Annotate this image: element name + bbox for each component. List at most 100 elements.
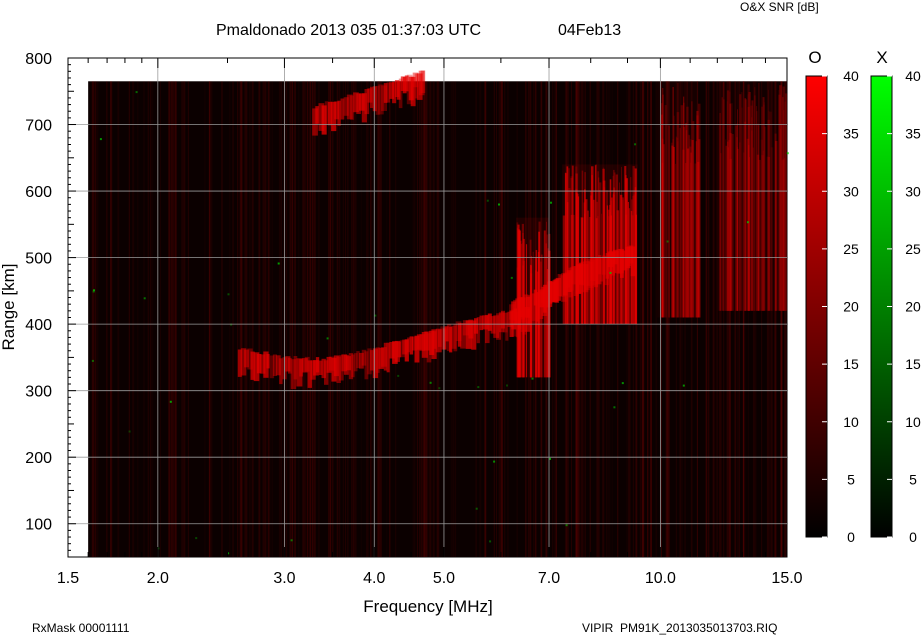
noise-streak [237, 81, 239, 557]
noise-streak [424, 81, 427, 557]
x-mode-speck [169, 400, 172, 403]
noise-streak [554, 81, 557, 557]
colorbar-tick-label: 10 [843, 414, 859, 430]
noise-streak [147, 81, 148, 557]
colorbar-tick-label: 25 [843, 241, 859, 257]
trace-point [266, 354, 270, 369]
rxmask-label: RxMask 00001111 [32, 621, 130, 635]
echo-streak [680, 105, 684, 318]
noise-streak [265, 81, 267, 557]
noise-streak [270, 81, 272, 557]
echo-streak [718, 124, 721, 311]
y-tick-label: 700 [25, 118, 52, 135]
echo-streak [782, 97, 784, 311]
plot-area: 1.5 2.0 3.0 4.0 5.0 7.0 10.0 15.0 100 200 300 400 5… [25, 51, 802, 587]
noise-streak [351, 81, 353, 557]
x-mode-speck [475, 507, 478, 510]
colorbar-tick-label: 35 [905, 126, 921, 142]
y-tick-label: 200 [25, 450, 52, 467]
noise-streak [312, 81, 313, 557]
noise-streak [94, 81, 97, 557]
noise-streak [414, 81, 416, 557]
x-mode-speck [477, 386, 480, 389]
noise-streak [307, 81, 308, 557]
colorbar-tick-label: 20 [905, 299, 921, 315]
noise-streak [416, 81, 419, 557]
colorbar-tick-label: 5 [909, 471, 917, 487]
echo-streak [731, 134, 734, 311]
noise-streak [367, 81, 369, 557]
colorbar-tick-label: 25 [905, 241, 921, 257]
x-mode-speck [143, 297, 146, 300]
trace-point [386, 342, 390, 373]
echo-streak [690, 162, 692, 318]
echo-streak [752, 147, 754, 311]
echo-streak [670, 142, 673, 318]
noise-streak [181, 81, 183, 557]
colorbar-tick-label: 35 [843, 126, 859, 142]
x-mode-speck [227, 293, 230, 296]
noise-streak [183, 81, 186, 557]
noise-streak [452, 81, 455, 557]
noise-streak [380, 81, 382, 557]
x-mode-speck [506, 384, 508, 387]
noise-streak [412, 81, 415, 557]
noise-streak [641, 81, 644, 557]
echo-streak [761, 155, 764, 311]
chart-title: Pmaldonado 2013 035 01:37:03 UTC [216, 22, 481, 39]
noise-streak [244, 81, 246, 557]
noise-streak [395, 81, 397, 557]
echo-streak [739, 142, 741, 311]
noise-streak [432, 81, 434, 557]
echo-streak [722, 82, 725, 311]
trace-point [279, 358, 283, 385]
trace-point [476, 317, 480, 344]
noise-streak [173, 81, 174, 557]
y-tick-label: 600 [25, 184, 52, 201]
noise-streak [342, 81, 345, 557]
noise-streak [647, 81, 649, 557]
x-tick-label: 4.0 [363, 570, 385, 587]
noise-streak [187, 81, 189, 557]
noise-streak [705, 81, 708, 557]
noise-streak [106, 81, 108, 557]
noise-streak [423, 81, 425, 557]
colorbar-tick-label: 10 [905, 414, 921, 430]
noise-streak [302, 81, 305, 557]
trace-point [324, 101, 329, 125]
noise-streak [232, 81, 234, 557]
echo-streak [584, 172, 586, 325]
noise-streak [168, 81, 170, 557]
noise-streak [433, 81, 435, 557]
echo-streak [686, 81, 688, 318]
x-mode-speck [438, 387, 441, 390]
noise-streak [419, 81, 421, 557]
x-mode-speck [277, 262, 280, 265]
noise-streak [429, 81, 432, 557]
echo-streak [571, 165, 574, 325]
x-mode-speck [91, 359, 94, 362]
noise-streak [280, 81, 282, 557]
noise-streak [272, 81, 273, 557]
y-tick-label: 500 [25, 251, 52, 268]
echo-streak [668, 125, 670, 318]
noise-streak [97, 81, 99, 557]
noise-streak [707, 81, 710, 557]
noise-streak [420, 81, 423, 557]
x-mode-speck [786, 152, 789, 155]
noise-streak [204, 81, 206, 557]
echo-streak [766, 156, 769, 311]
noise-streak [298, 81, 300, 557]
echo-streak [696, 110, 699, 318]
noise-streak [345, 81, 347, 557]
echo-streak [775, 141, 778, 311]
x-mode-speck [99, 138, 102, 141]
ionogram-chart: Pmaldonado 2013 035 01:37:03 UTC 04Feb13… [0, 0, 921, 635]
file-label: VIPIR PM91K_2013035013703.RIQ [582, 621, 777, 635]
echo-streak [785, 93, 788, 311]
x-mode-speck [92, 290, 95, 293]
x-mode-speck [682, 384, 685, 387]
noise-streak [129, 81, 130, 557]
noise-streak [91, 81, 94, 557]
x-mode-speck [510, 276, 513, 279]
